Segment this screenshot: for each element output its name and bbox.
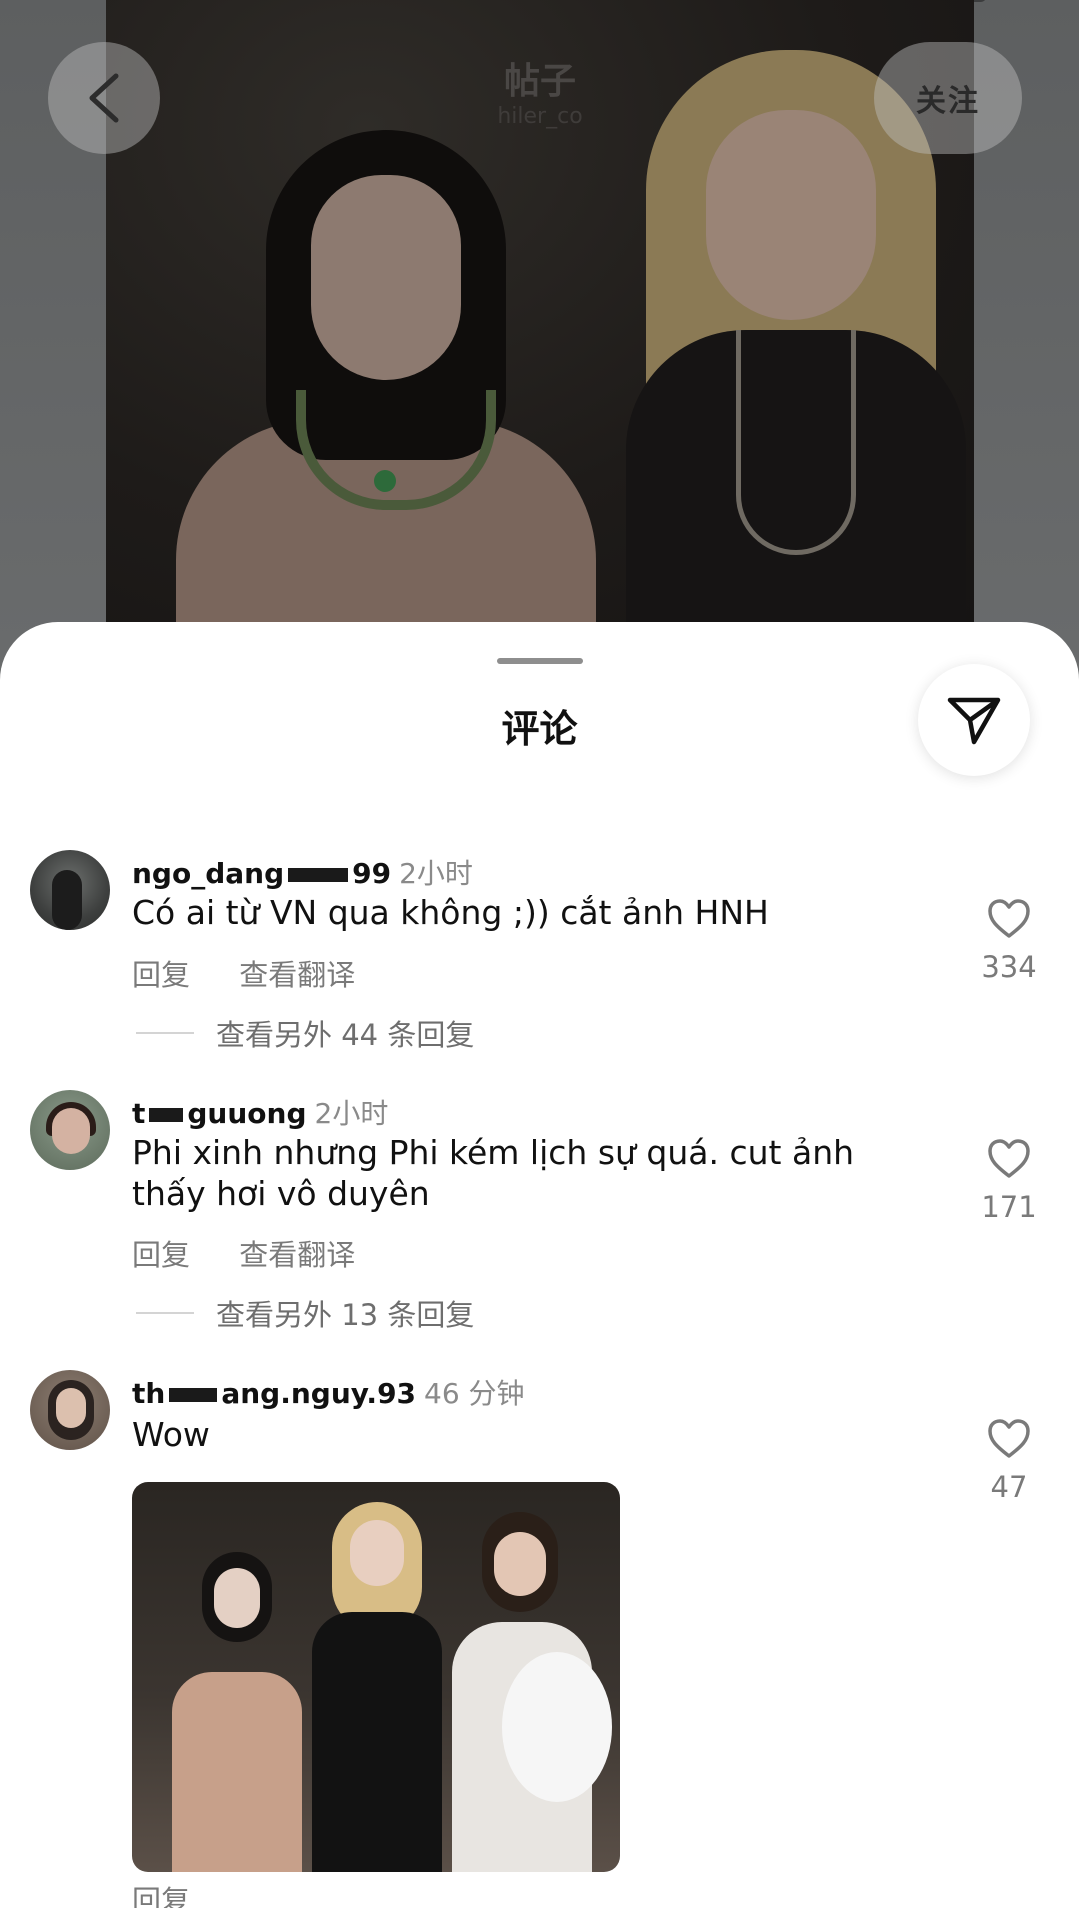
comment-text: Phi xinh nhưng Phi kém lịch sự quá. cut … bbox=[132, 1133, 855, 1213]
comments-sheet: 评论 ngo_dang 99 2小时 Có ai từ VN qua không ;… bbox=[0, 622, 1079, 1908]
sheet-grabber[interactable] bbox=[497, 658, 583, 664]
send-icon bbox=[947, 697, 1001, 745]
like-count: 334 bbox=[981, 950, 1037, 984]
comment-username[interactable]: th ang.nguy.93 46 分钟 bbox=[132, 1372, 525, 1412]
share-button[interactable] bbox=[918, 664, 1030, 776]
comment-actions: 回复 bbox=[132, 1878, 230, 1908]
like-count: 171 bbox=[981, 1190, 1037, 1224]
follow-button[interactable]: 关注 bbox=[874, 42, 1022, 154]
divider bbox=[136, 1032, 194, 1034]
comment-time: 46 分钟 bbox=[424, 1377, 525, 1410]
comment-text: Wow bbox=[132, 1415, 210, 1454]
reply-button[interactable]: 回复 bbox=[132, 1884, 190, 1908]
heart-icon bbox=[988, 899, 1030, 938]
chevron-left-icon bbox=[89, 73, 119, 123]
like-button[interactable]: 334 bbox=[968, 898, 1050, 984]
comment-actions: 回复 查看翻译 bbox=[132, 1232, 395, 1274]
view-more-replies[interactable]: 查看另外 44 条回复 bbox=[136, 1012, 474, 1054]
post-header-subtitle: hiler_co bbox=[497, 104, 583, 129]
post-backdrop: 帖子 hiler_co 关注 bbox=[0, 0, 1079, 700]
avatar[interactable] bbox=[30, 1090, 110, 1170]
post-photo: 帖子 hiler_co bbox=[106, 0, 974, 640]
like-button[interactable]: 171 bbox=[968, 1138, 1050, 1224]
comment-text: Có ai từ VN qua không ;)) cắt ảnh HNH bbox=[132, 893, 769, 932]
comment-actions: 回复 查看翻译 bbox=[132, 952, 395, 994]
heart-icon bbox=[988, 1139, 1030, 1178]
avatar[interactable] bbox=[30, 1370, 110, 1450]
like-button[interactable]: 47 bbox=[968, 1418, 1050, 1504]
sheet-title: 评论 bbox=[501, 707, 578, 751]
translate-button[interactable]: 查看翻译 bbox=[239, 1238, 355, 1272]
heart-icon bbox=[988, 1419, 1030, 1458]
comment-time: 2小时 bbox=[314, 1097, 389, 1130]
back-button[interactable] bbox=[48, 42, 160, 154]
divider bbox=[136, 1312, 194, 1314]
comment-username[interactable]: t guuong 2小时 bbox=[132, 1092, 388, 1132]
post-header-title: 帖子 bbox=[503, 61, 576, 102]
comment-attached-photo[interactable] bbox=[132, 1482, 620, 1872]
photo-person-left bbox=[146, 90, 596, 640]
reply-button[interactable]: 回复 bbox=[132, 1238, 190, 1272]
comment-time: 2小时 bbox=[399, 857, 473, 890]
comment-username[interactable]: ngo_dang 99 2小时 bbox=[132, 852, 473, 892]
view-more-replies[interactable]: 查看另外 13 条回复 bbox=[136, 1292, 474, 1334]
translate-button[interactable]: 查看翻译 bbox=[239, 958, 355, 992]
like-count: 47 bbox=[990, 1470, 1028, 1504]
reply-button[interactable]: 回复 bbox=[132, 958, 190, 992]
avatar[interactable] bbox=[30, 850, 110, 930]
